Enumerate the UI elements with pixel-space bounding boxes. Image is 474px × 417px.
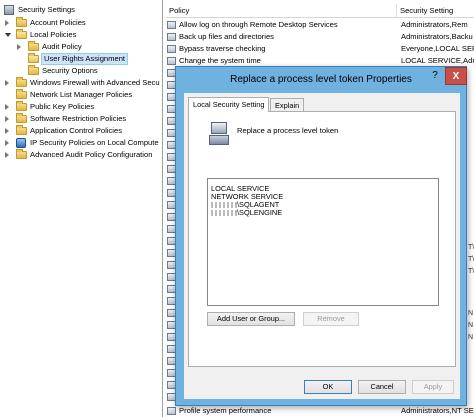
- add-user-button[interactable]: Add User or Group...: [207, 312, 295, 326]
- help-icon[interactable]: ?: [425, 67, 445, 85]
- tree-item-label: Security Options: [42, 66, 98, 75]
- tree-item-label: Advanced Audit Policy Configuration: [30, 150, 153, 159]
- policy-icon: [167, 33, 176, 41]
- account-name: \SQLENGINE: [237, 208, 283, 217]
- properties-dialog: Replace a process level token Properties…: [175, 66, 467, 406]
- dialog-body: Local Security Setting Explain Replace a…: [184, 93, 460, 399]
- apply-button[interactable]: Apply: [412, 380, 454, 394]
- tree-item-label: Local Policies: [30, 30, 77, 39]
- folder-icon: [16, 17, 27, 27]
- tab-explain[interactable]: Explain: [270, 98, 305, 112]
- setting-fragment: N: [468, 322, 474, 329]
- cancel-button[interactable]: Cancel: [358, 380, 406, 394]
- folder-icon: [16, 89, 27, 99]
- security-settings-icon: [4, 5, 14, 15]
- tree-item-label: IP Security Policies on Local Compute: [30, 138, 159, 147]
- expand-icon[interactable]: [5, 104, 9, 110]
- tree-item-label: Network List Manager Policies: [30, 90, 133, 99]
- policy-setting: Administrators,NT SE: [401, 406, 474, 415]
- policy-icon: [167, 45, 176, 53]
- table-row[interactable]: Profile system performance Administrator…: [166, 405, 474, 417]
- expand-icon[interactable]: [5, 116, 9, 122]
- tree-root-label: Security Settings: [18, 5, 75, 14]
- remove-button[interactable]: Remove: [303, 312, 359, 326]
- setting-fragment: T\: [468, 244, 474, 251]
- policy-icon: [167, 57, 176, 65]
- table-row[interactable]: Back up files and directories Administra…: [166, 31, 474, 43]
- expand-icon[interactable]: [5, 128, 9, 134]
- column-header-setting[interactable]: Security Setting: [397, 4, 474, 18]
- tree-item-label: Audit Policy: [42, 42, 82, 51]
- policy-icon: [167, 407, 176, 415]
- expand-icon[interactable]: [5, 80, 9, 86]
- tree-item-label: Software Restriction Policies: [30, 114, 127, 123]
- policy-setting: Administrators,Backu: [401, 32, 473, 41]
- setting-fragment: T\: [468, 268, 474, 275]
- policy-setting: Administrators,Rem: [401, 20, 468, 29]
- accounts-listbox[interactable]: LOCAL SERVICE NETWORK SERVICE \SQLAGENT …: [207, 178, 439, 306]
- table-row[interactable]: Bypass traverse checking Everyone,LOCAL …: [166, 43, 474, 55]
- list-item[interactable]: \SQLENGINE: [211, 208, 282, 217]
- policy-name: Back up files and directories: [179, 32, 274, 41]
- close-icon[interactable]: X: [445, 67, 467, 85]
- policy-icon: [167, 21, 176, 29]
- expand-icon[interactable]: [5, 20, 9, 26]
- folder-icon: [28, 41, 39, 51]
- policy-name: Allow log on through Remote Desktop Serv…: [179, 20, 338, 29]
- column-header-policy[interactable]: Policy: [166, 4, 397, 18]
- setting-fragment: N: [468, 334, 474, 341]
- collapse-icon[interactable]: [5, 33, 11, 37]
- expand-icon[interactable]: [5, 140, 9, 146]
- policy-name: Bypass traverse checking: [179, 44, 266, 53]
- redacted-domain: [211, 210, 237, 217]
- folder-icon: [28, 65, 39, 75]
- policy-name: Profile system performance: [179, 406, 272, 415]
- dialog-title: Replace a process level token Properties: [230, 74, 412, 85]
- tree-item-label: Application Control Policies: [30, 126, 123, 135]
- expand-icon[interactable]: [17, 44, 21, 50]
- policy-icon: [209, 122, 231, 146]
- tree-item-label: Public Key Policies: [30, 102, 95, 111]
- folder-open-icon: [28, 53, 39, 63]
- folder-icon: [16, 149, 27, 159]
- policy-title: Replace a process level token: [237, 126, 339, 135]
- tab-local-security-setting[interactable]: Local Security Setting: [188, 97, 270, 112]
- list-header: Policy Security Setting: [166, 4, 474, 18]
- folder-icon: [16, 101, 27, 111]
- setting-fragment: N: [468, 310, 474, 317]
- folder-icon: [16, 77, 27, 87]
- tree-item-label: Windows Firewall with Advanced Secu: [30, 78, 160, 87]
- policy-setting: Everyone,LOCAL SERV: [401, 44, 474, 53]
- table-row[interactable]: Allow log on through Remote Desktop Serv…: [166, 19, 474, 31]
- tab-panel: Replace a process level token LOCAL SERV…: [188, 111, 456, 367]
- folder-icon: [16, 125, 27, 135]
- ip-security-icon: [16, 138, 26, 148]
- expand-icon[interactable]: [5, 152, 9, 158]
- tree-item-label: Account Policies: [30, 18, 86, 27]
- tree-item-label: User Rights Assignment: [41, 53, 129, 65]
- folder-open-icon: [16, 29, 27, 39]
- ok-button[interactable]: OK: [304, 380, 352, 394]
- setting-fragment: T\: [468, 256, 474, 263]
- folder-icon: [16, 113, 27, 123]
- tree-pane: Security Settings Account Policies Local…: [0, 0, 163, 417]
